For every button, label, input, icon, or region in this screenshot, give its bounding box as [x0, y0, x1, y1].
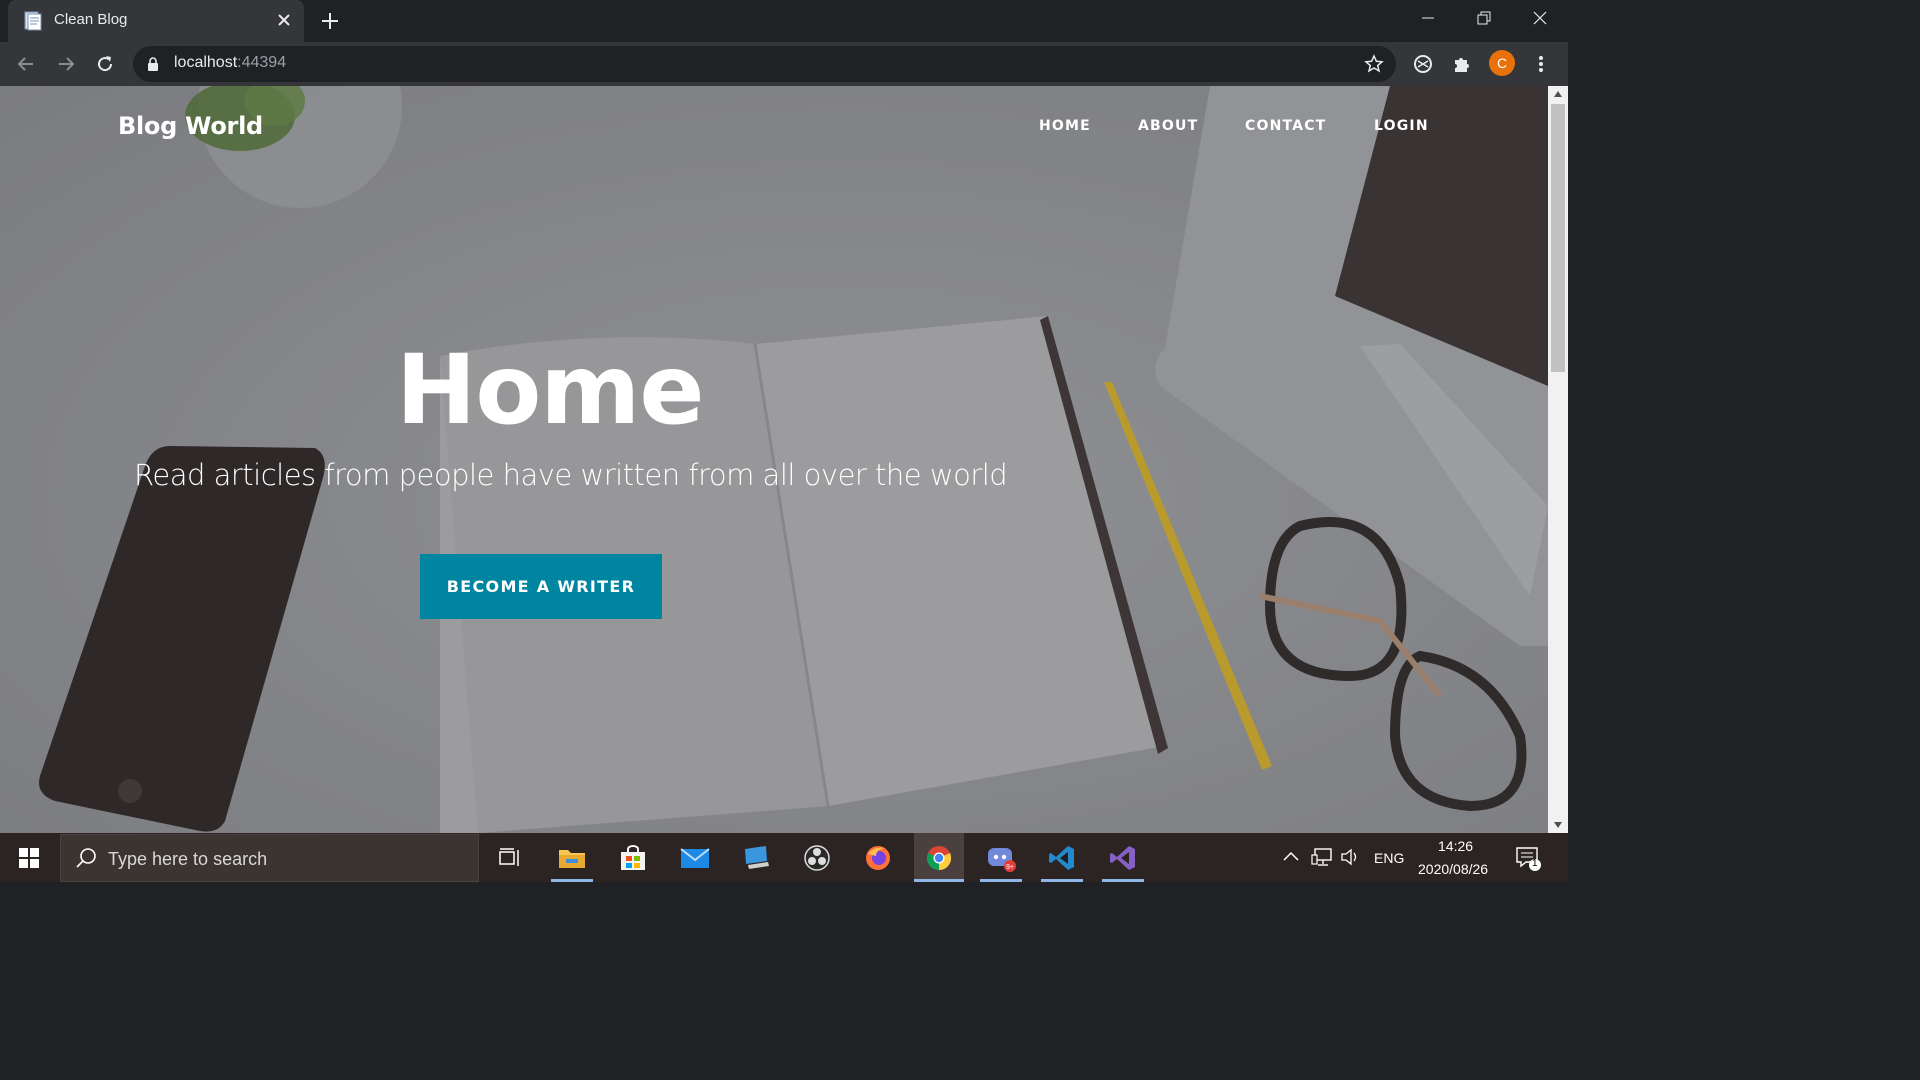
mail-envelope-icon: [680, 847, 710, 868]
minimize-icon: [1422, 17, 1434, 19]
tab-title: Clean Blog: [54, 11, 128, 28]
close-icon: [1533, 11, 1547, 25]
document-icon: [24, 11, 42, 31]
obs-icon: [804, 844, 830, 871]
extension-button[interactable]: [1409, 50, 1437, 78]
language-indicator[interactable]: ENG: [1374, 850, 1404, 866]
browser-toolbar: localhost:44394: [0, 42, 1568, 86]
clock-date[interactable]: 2020/08/26: [1418, 861, 1488, 877]
folder-icon: [559, 849, 585, 868]
clock-time[interactable]: 14:26: [1438, 838, 1473, 854]
search-icon: [76, 848, 96, 868]
chrome-menu-button[interactable]: [1527, 50, 1555, 78]
more-vertical-icon: [1539, 56, 1543, 72]
url-text: localhost:44394: [174, 54, 286, 72]
firefox-app[interactable]: [853, 833, 903, 882]
extensions-button[interactable]: [1448, 50, 1476, 78]
lock-icon: [148, 57, 158, 71]
arrow-left-icon: [17, 57, 33, 71]
restore-icon: [1477, 11, 1491, 25]
visual-studio-icon: [1110, 845, 1135, 870]
browser-tab[interactable]: Clean Blog: [8, 0, 304, 42]
back-button[interactable]: [12, 50, 40, 78]
page-scrollbar[interactable]: [1548, 86, 1568, 833]
discord-badge: 9+: [1006, 864, 1014, 871]
url-host: localhost: [174, 54, 238, 71]
reload-button[interactable]: [91, 50, 119, 78]
mail-app[interactable]: [670, 833, 720, 882]
url-port: :44394: [237, 54, 287, 71]
site-brand[interactable]: Blog World: [118, 112, 263, 140]
start-button[interactable]: [0, 833, 58, 882]
chevron-up-icon[interactable]: [1283, 850, 1299, 862]
remote-desktop-icon: [745, 845, 769, 869]
visual-studio-app[interactable]: [1098, 833, 1148, 882]
nav-link-about[interactable]: ABOUT: [1138, 118, 1198, 134]
scroll-up-arrow[interactable]: [1548, 86, 1568, 102]
chrome-icon: [926, 845, 952, 870]
discord-icon: 9+: [988, 847, 1016, 872]
vs-code-app[interactable]: [1037, 833, 1087, 882]
browser-titlebar: Clean Blog: [0, 0, 1568, 42]
new-tab-icon[interactable]: [318, 9, 342, 33]
close-tab-icon[interactable]: [274, 10, 294, 30]
puzzle-icon: [1455, 58, 1469, 72]
nav-link-home[interactable]: HOME: [1039, 118, 1091, 134]
arrow-right-icon: [59, 57, 75, 71]
scroll-down-arrow[interactable]: [1548, 817, 1568, 833]
profile-avatar[interactable]: C: [1489, 50, 1515, 76]
minimize-button[interactable]: [1400, 0, 1456, 36]
microsoft-store-app[interactable]: [608, 833, 658, 882]
bookmark-star-icon[interactable]: [1364, 54, 1384, 74]
address-bar[interactable]: localhost:44394: [133, 46, 1396, 82]
firefox-icon: [866, 845, 890, 870]
become-writer-button[interactable]: BECOME A WRITER: [420, 554, 662, 619]
discord-app[interactable]: 9+: [976, 833, 1026, 882]
restore-button[interactable]: [1456, 0, 1512, 36]
close-window-button[interactable]: [1512, 0, 1568, 36]
windows-taskbar: Type here to search 9+ ENG 14:26 2020/08…: [0, 833, 1568, 882]
network-icon[interactable]: [1311, 847, 1333, 867]
notification-count: 1: [1532, 858, 1538, 869]
action-center-button[interactable]: 1: [1515, 845, 1541, 871]
hero-subtitle: Read articles from people have written f…: [134, 458, 1008, 492]
chrome-app[interactable]: [914, 833, 964, 882]
volume-icon[interactable]: [1340, 848, 1360, 866]
shield-extension-icon: [1414, 55, 1432, 73]
obs-studio-app[interactable]: [792, 833, 842, 882]
page-viewport: Blog World HOME ABOUT CONTACT LOGIN Home…: [0, 86, 1548, 833]
forward-button[interactable]: [52, 50, 80, 78]
taskbar-search[interactable]: Type here to search: [60, 834, 479, 882]
scroll-thumb[interactable]: [1551, 104, 1565, 372]
search-placeholder: Type here to search: [108, 849, 268, 869]
windows-logo-icon: [19, 847, 39, 868]
nav-link-login[interactable]: LOGIN: [1374, 118, 1429, 134]
nav-link-contact[interactable]: CONTACT: [1245, 118, 1326, 134]
vs-code-icon: [1049, 845, 1074, 870]
task-view-icon: [499, 847, 519, 866]
reload-icon: [98, 56, 113, 72]
file-explorer-app[interactable]: [547, 833, 597, 882]
hero-title: Home: [396, 334, 704, 446]
remote-desktop-app[interactable]: [731, 833, 781, 882]
task-view-button[interactable]: [485, 833, 535, 882]
store-bag-icon: [621, 844, 645, 870]
